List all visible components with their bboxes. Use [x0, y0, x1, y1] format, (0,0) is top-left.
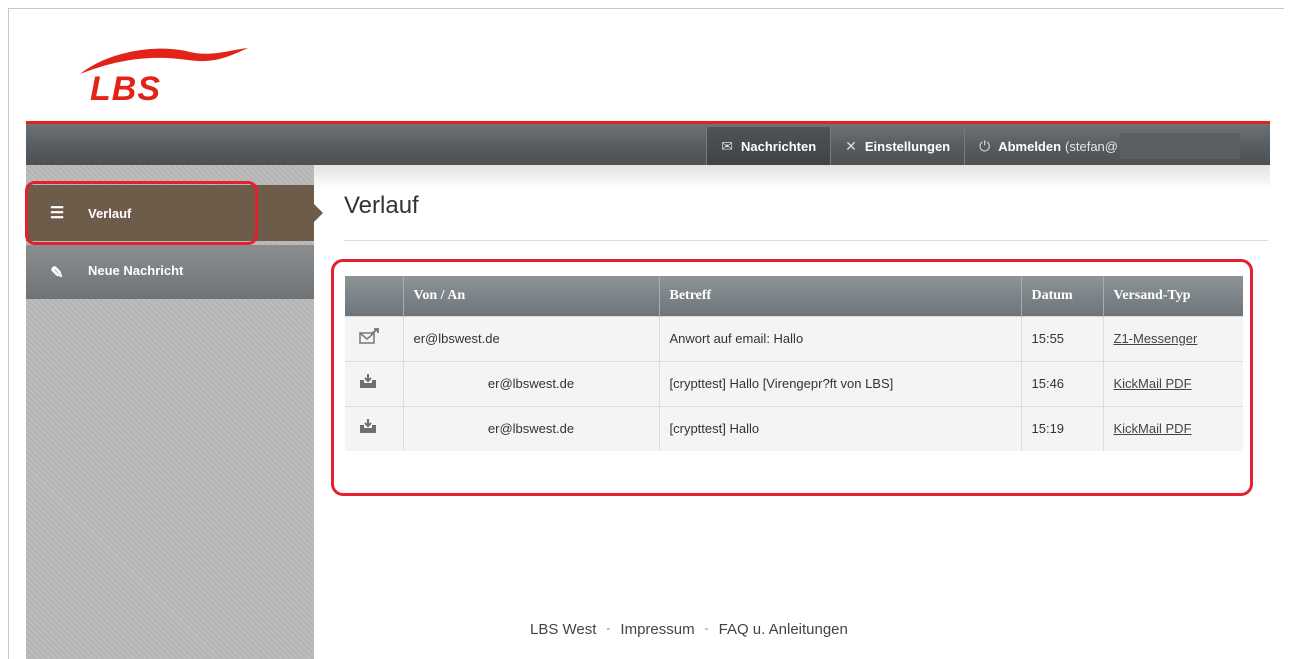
cell-betreff: Anwort auf email: Hallo: [659, 315, 1022, 361]
footer-separator: -: [606, 621, 611, 635]
cell-von-an: er@lbswest.de: [403, 360, 660, 406]
sidebar-item-neue-nachricht-label: Neue Nachricht: [88, 263, 184, 278]
envelope-icon: ✉: [721, 137, 734, 154]
col-header-versand-typ[interactable]: Versand-Typ: [1103, 276, 1243, 316]
outgoing-mail-icon: [345, 315, 404, 361]
footer: LBS West - Impressum - FAQ u. Anleitunge…: [530, 621, 848, 638]
content-shade: [314, 165, 1270, 189]
tools-icon: ✕: [845, 137, 857, 154]
nav-abmelden-label: Abmelden: [998, 138, 1062, 154]
sidebar-item-verlauf[interactable]: ☰ Verlauf: [26, 185, 314, 241]
title-divider: [344, 240, 1268, 241]
table-row[interactable]: er@lbswest.de Anwort auf email: Hallo 15…: [345, 315, 1243, 361]
active-indicator-arrow: [314, 204, 323, 222]
cell-versand-typ: KickMail PDF: [1103, 360, 1243, 406]
footer-separator: -: [704, 621, 709, 635]
footer-link-faq[interactable]: FAQ u. Anleitungen: [719, 621, 848, 638]
logged-in-user: (stefan@: [1065, 138, 1118, 154]
message-history-table: Von / An Betreff Datum Versand-Typ er@lb…: [345, 276, 1243, 451]
cell-versand-typ: Z1-Messenger: [1103, 315, 1243, 361]
nav-einstellungen[interactable]: ✕ Einstellungen: [830, 127, 964, 165]
cell-betreff: [crypttest] Hallo [Virengepr?ft von LBS]: [659, 360, 1022, 406]
col-header-datum[interactable]: Datum: [1021, 276, 1104, 316]
logo-text: LBS: [90, 70, 161, 108]
table-row[interactable]: er@lbswest.de [crypttest] Hallo 15:19 Ki…: [345, 405, 1243, 451]
top-nav: ✉ Nachrichten ✕ Einstellungen ⏻ Abmelden…: [706, 127, 1270, 165]
inbox-download-icon: [345, 405, 404, 451]
sidebar-item-neue-nachricht[interactable]: ✎ Neue Nachricht: [26, 245, 314, 299]
versand-typ-link[interactable]: KickMail PDF: [1114, 421, 1192, 436]
footer-link-lbs-west[interactable]: LBS West: [530, 621, 596, 638]
page-title: Verlauf: [344, 192, 419, 219]
sidebar: ☰ Verlauf ✎ Neue Nachricht: [26, 165, 323, 659]
sidebar-item-verlauf-label: Verlauf: [88, 205, 132, 221]
col-header-icon: [345, 276, 404, 316]
power-icon: ⏻: [979, 137, 991, 154]
versand-typ-link[interactable]: KickMail PDF: [1114, 376, 1192, 391]
col-header-von-an[interactable]: Von / An: [403, 276, 660, 316]
nav-einstellungen-label: Einstellungen: [864, 138, 951, 154]
versand-typ-link[interactable]: Z1-Messenger: [1114, 331, 1198, 346]
cell-datum: 15:19: [1021, 405, 1104, 451]
inbox-download-icon: [345, 360, 404, 406]
cell-von-an: er@lbswest.de: [403, 405, 660, 451]
cell-datum: 15:55: [1021, 315, 1104, 361]
top-navigation-bar: ✉ Nachrichten ✕ Einstellungen ⏻ Abmelden…: [26, 121, 1270, 165]
table-header-row: Von / An Betreff Datum Versand-Typ: [345, 276, 1243, 316]
table-row[interactable]: er@lbswest.de [crypttest] Hallo [Virenge…: [345, 360, 1243, 406]
compose-icon: ✎: [50, 265, 64, 282]
cell-datum: 15:46: [1021, 360, 1104, 406]
lbs-logo[interactable]: LBS: [70, 40, 260, 110]
redacted-user-mask: [1120, 133, 1240, 159]
list-icon: ☰: [49, 205, 65, 222]
cell-versand-typ: KickMail PDF: [1103, 405, 1243, 451]
nav-abmelden[interactable]: ⏻ Abmelden (stefan@: [964, 127, 1270, 165]
cell-betreff: [crypttest] Hallo: [659, 405, 1022, 451]
footer-link-impressum[interactable]: Impressum: [620, 621, 694, 638]
cell-von-an: er@lbswest.de: [403, 315, 660, 361]
nav-nachrichten-label: Nachrichten: [741, 138, 817, 154]
col-header-betreff[interactable]: Betreff: [659, 276, 1022, 316]
nav-nachrichten[interactable]: ✉ Nachrichten: [706, 127, 831, 165]
